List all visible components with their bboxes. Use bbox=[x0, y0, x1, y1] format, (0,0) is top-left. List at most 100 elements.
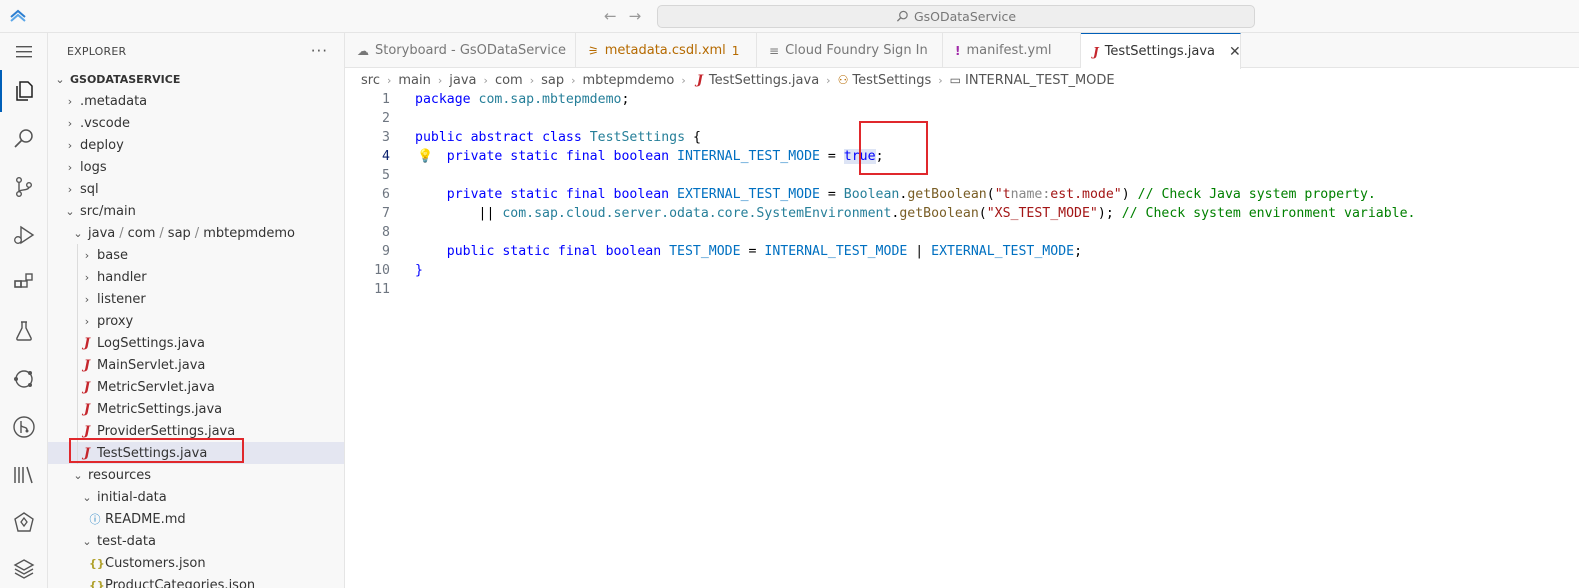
code-editor[interactable]: 1 package com.sap.mbtepmdemo; 2 3 public… bbox=[345, 90, 1579, 588]
java-file-icon: J bbox=[83, 423, 91, 439]
tab-metadata-csdl[interactable]: ⚞ metadata.csdl.xml 1 bbox=[576, 33, 757, 68]
chevron-down-icon: ⌄ bbox=[82, 490, 92, 504]
breadcrumb-item[interactable]: src bbox=[361, 73, 380, 88]
json-file-icon: {} bbox=[89, 578, 105, 588]
breadcrumb-item[interactable]: java bbox=[449, 73, 476, 88]
tree-file-metricsettings[interactable]: J MetricSettings.java bbox=[48, 398, 344, 420]
tree-folder-deploy[interactable]: › deploy bbox=[48, 134, 344, 156]
command-center-search[interactable]: GsODataService bbox=[657, 5, 1255, 28]
tree-folder-resources[interactable]: ⌄ resources bbox=[48, 464, 344, 486]
tab-label: TestSettings.java bbox=[1104, 44, 1215, 59]
json-file-icon: {} bbox=[89, 556, 105, 570]
tree-label: MainServlet.java bbox=[97, 357, 206, 373]
tab-testsettings[interactable]: J TestSettings.java ✕ bbox=[1081, 33, 1241, 69]
chevron-down-icon: ⌄ bbox=[55, 72, 65, 86]
breadcrumb-item[interactable]: INTERNAL_TEST_MODE bbox=[965, 73, 1115, 88]
tree-root[interactable]: ⌄ GSODATASERVICE bbox=[48, 68, 344, 90]
problem-count-badge: 1 bbox=[731, 43, 740, 58]
tree-file-metricservlet[interactable]: J MetricServlet.java bbox=[48, 376, 344, 398]
tree-folder-vscode[interactable]: › .vscode bbox=[48, 112, 344, 134]
yaml-icon: ! bbox=[955, 43, 961, 58]
breadcrumb-item[interactable]: TestSettings bbox=[852, 73, 931, 88]
forward-arrow-icon[interactable]: → bbox=[629, 7, 642, 25]
tree-label: test-data bbox=[97, 533, 156, 549]
source-control-icon[interactable] bbox=[10, 173, 38, 201]
chevron-down-icon: ⌄ bbox=[65, 204, 75, 218]
tree-folder-base[interactable]: › base bbox=[48, 244, 344, 266]
tree-label: LogSettings.java bbox=[97, 335, 205, 351]
chevron-right-icon: › bbox=[67, 160, 73, 174]
tree-label: deploy bbox=[80, 137, 124, 153]
tree-folder-handler[interactable]: › handler bbox=[48, 266, 344, 288]
tree-label-part: java bbox=[88, 225, 116, 241]
search-activity-icon[interactable] bbox=[10, 125, 38, 153]
tree-folder-java-package[interactable]: ⌄ java / com / sap / mbtepmdemo bbox=[48, 222, 344, 244]
back-arrow-icon[interactable]: ← bbox=[604, 7, 617, 25]
rss-icon: ⚞ bbox=[588, 43, 599, 58]
tab-manifest[interactable]: ! manifest.yml bbox=[943, 33, 1081, 68]
menu-icon[interactable] bbox=[10, 38, 38, 66]
tree-label: proxy bbox=[97, 313, 134, 329]
remote-explorer-icon[interactable] bbox=[10, 365, 38, 393]
breadcrumb-item[interactable]: main bbox=[398, 73, 430, 88]
tree-folder-proxy[interactable]: › proxy bbox=[48, 310, 344, 332]
tree-label: sql bbox=[80, 181, 99, 197]
tree-folder-listener[interactable]: › listener bbox=[48, 288, 344, 310]
library-icon[interactable] bbox=[10, 461, 38, 489]
line-number: 2 bbox=[382, 111, 390, 126]
code-line-3: 3 public abstract class TestSettings { bbox=[345, 128, 1579, 147]
line-number: 4 bbox=[382, 149, 390, 164]
testing-icon[interactable] bbox=[10, 317, 38, 345]
explorer-title: EXPLORER bbox=[67, 44, 127, 58]
breadcrumb-item[interactable]: TestSettings.java bbox=[709, 73, 819, 88]
code-line-6: 6 private static final boolean EXTERNAL_… bbox=[345, 185, 1579, 204]
line-number: 6 bbox=[382, 187, 390, 202]
more-actions-icon[interactable]: ··· bbox=[311, 42, 328, 60]
tree-folder-src-main[interactable]: ⌄ src/main bbox=[48, 200, 344, 222]
active-indicator bbox=[0, 70, 2, 112]
tree-label: README.md bbox=[105, 511, 186, 527]
gem-icon[interactable] bbox=[10, 509, 38, 537]
tree-label: ProductCategories.json bbox=[105, 577, 256, 588]
breadcrumb-item[interactable]: com bbox=[495, 73, 523, 88]
extensions-icon[interactable] bbox=[10, 269, 38, 297]
line-number: 8 bbox=[382, 225, 390, 240]
tree-file-productcategories[interactable]: {} ProductCategories.json bbox=[48, 574, 344, 588]
tree-file-customers[interactable]: {} Customers.json bbox=[48, 552, 344, 574]
app-logo-icon bbox=[10, 9, 26, 22]
breadcrumb-item[interactable]: mbtepmdemo bbox=[583, 73, 675, 88]
git-graph-icon[interactable] bbox=[10, 413, 38, 441]
tree-file-readme[interactable]: ⓘ README.md bbox=[48, 508, 344, 530]
tree-label: initial-data bbox=[97, 489, 167, 505]
tree-folder-initial-data[interactable]: ⌄ initial-data bbox=[48, 486, 344, 508]
run-debug-icon[interactable] bbox=[10, 221, 38, 249]
parameter-hint: name: bbox=[1010, 187, 1051, 202]
tab-cloud-foundry-sign-in[interactable]: ≡ Cloud Foundry Sign In bbox=[757, 33, 943, 68]
layers-icon[interactable] bbox=[10, 555, 38, 583]
tree-folder-logs[interactable]: › logs bbox=[48, 156, 344, 178]
tree-folder-sql[interactable]: › sql bbox=[48, 178, 344, 200]
tree-file-logsettings[interactable]: J LogSettings.java bbox=[48, 332, 344, 354]
tree-file-providersettings[interactable]: J ProviderSettings.java bbox=[48, 420, 344, 442]
java-file-icon: J bbox=[83, 379, 91, 395]
tab-storyboard[interactable]: ☁ Storyboard - GsODataService bbox=[345, 33, 576, 68]
java-file-icon: J bbox=[1093, 44, 1099, 59]
breadcrumb-item[interactable]: sap bbox=[541, 73, 564, 88]
line-number: 7 bbox=[382, 206, 390, 221]
files-icon[interactable] bbox=[10, 77, 38, 105]
java-file-icon: J bbox=[83, 357, 91, 373]
tab-label: Cloud Foundry Sign In bbox=[785, 43, 928, 58]
tree-folder-test-data[interactable]: ⌄ test-data bbox=[48, 530, 344, 552]
line-number: 1 bbox=[382, 92, 390, 107]
code-line-1: 1 package com.sap.mbtepmdemo; bbox=[345, 90, 1579, 109]
tree-file-testsettings[interactable]: J TestSettings.java bbox=[48, 442, 344, 464]
line-number: 5 bbox=[382, 168, 390, 183]
chevron-down-icon: ⌄ bbox=[82, 534, 92, 548]
close-icon[interactable]: ✕ bbox=[1229, 44, 1241, 60]
tree-file-mainservlet[interactable]: J MainServlet.java bbox=[48, 354, 344, 376]
tree-label: ProviderSettings.java bbox=[97, 423, 236, 439]
editor-tabs: ☁ Storyboard - GsODataService ⚞ metadata… bbox=[345, 33, 1579, 69]
tree-label-part: sap bbox=[167, 225, 191, 241]
tree-folder-metadata[interactable]: › .metadata bbox=[48, 90, 344, 112]
chevron-right-icon: › bbox=[84, 248, 90, 262]
